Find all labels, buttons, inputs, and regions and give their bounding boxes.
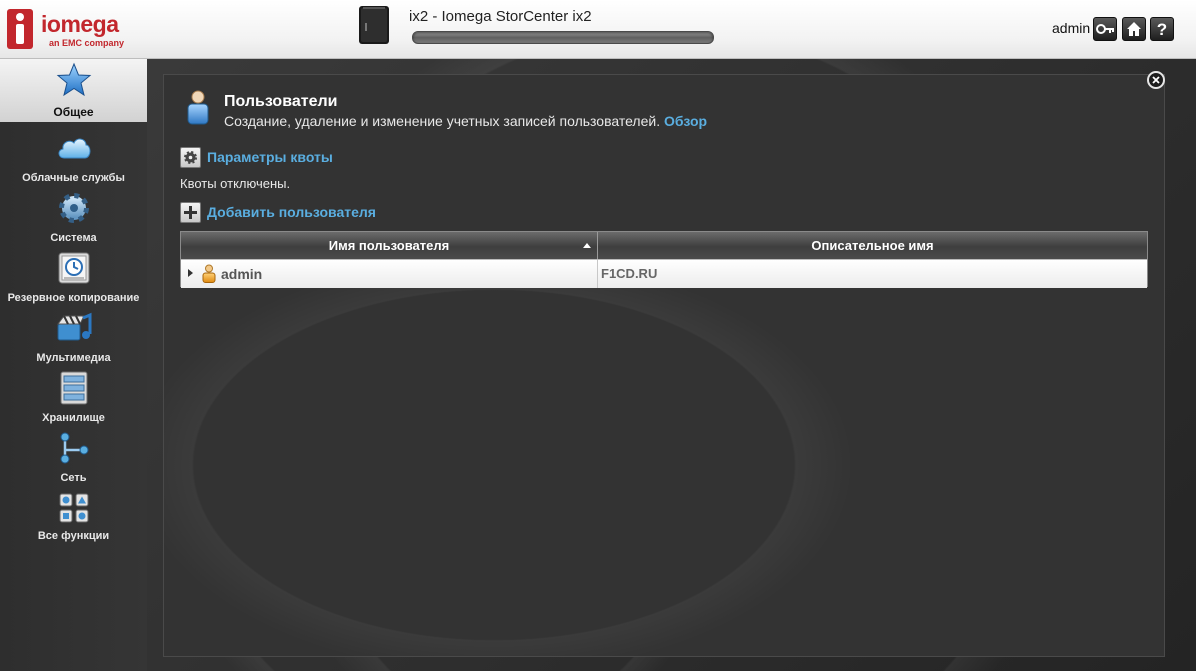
- user-icon: [202, 264, 216, 283]
- multimedia-icon: [57, 312, 92, 341]
- nas-device-icon: [359, 6, 389, 44]
- close-panel-button[interactable]: [1147, 71, 1165, 89]
- sidebar-item-general[interactable]: Общее: [0, 59, 147, 122]
- brand-name: iomega: [41, 11, 119, 37]
- sidebar-item-multimedia[interactable]: Мультимедиа: [0, 307, 147, 367]
- close-icon: [1152, 76, 1160, 84]
- username-cell: admin: [221, 266, 263, 282]
- sidebar-item-system[interactable]: Система: [0, 187, 147, 247]
- sidebar-item-label: Сеть: [60, 472, 87, 484]
- iomega-logo[interactable]: iomega an EMC company: [7, 9, 124, 49]
- logout-key-button[interactable]: [1093, 17, 1117, 41]
- home-button[interactable]: [1122, 17, 1146, 41]
- users-table: Имя пользователя Описательное имя admin …: [180, 231, 1148, 288]
- svg-text:?: ?: [1157, 21, 1167, 37]
- sidebar-item-cloud-services[interactable]: Облачные службы: [0, 127, 147, 187]
- help-button[interactable]: ?: [1150, 17, 1174, 41]
- quota-status-text: Квоты отключены.: [180, 176, 291, 191]
- cell-divider: [597, 260, 598, 288]
- gear-icon: [180, 147, 201, 168]
- page-title: Пользователи: [224, 93, 338, 110]
- sort-ascending-icon: [583, 243, 591, 248]
- overview-link[interactable]: Обзор: [664, 113, 707, 129]
- sidebar-item-all-features[interactable]: Все функции: [0, 487, 147, 547]
- table-row[interactable]: admin F1CD.RU: [181, 259, 1147, 288]
- sidebar-item-network[interactable]: Сеть: [0, 427, 147, 487]
- quota-settings-link[interactable]: Параметры квоты: [207, 149, 333, 165]
- page-description-text: Создание, удаление и изменение учетных з…: [224, 113, 661, 129]
- sidebar-item-backup[interactable]: Резервное копирование: [0, 247, 147, 307]
- key-icon: [1096, 24, 1114, 34]
- app-header: iomega an EMC company ix2 - Iomega StorC…: [0, 0, 1196, 59]
- capacity-progress-bar: [412, 31, 714, 44]
- all-features-grid-icon: [59, 493, 89, 523]
- home-icon: [1127, 22, 1141, 36]
- sidebar-item-label: Хранилище: [42, 412, 105, 424]
- gear-icon: [59, 193, 89, 223]
- current-user: admin: [1052, 20, 1091, 36]
- sidebar-item-label: Все функции: [37, 530, 110, 542]
- star-icon: [56, 62, 92, 97]
- page-description: Создание, удаление и изменение учетных з…: [224, 113, 707, 129]
- plus-icon: [180, 202, 201, 223]
- sidebar-item-label: Общее: [53, 105, 94, 119]
- column-header-label: Описательное имя: [811, 238, 934, 253]
- storage-server-icon: [60, 371, 88, 405]
- column-header-username[interactable]: Имя пользователя: [181, 232, 598, 259]
- iomega-logo-mark-icon: [7, 9, 33, 49]
- add-user-link[interactable]: Добавить пользователя: [207, 204, 376, 220]
- user-icon: [187, 90, 209, 125]
- cloud-icon: [58, 138, 91, 159]
- brand-subtitle: an EMC company: [49, 38, 125, 48]
- sidebar-item-label: Резервное копирование: [7, 292, 140, 304]
- question-mark-icon: ?: [1157, 21, 1167, 37]
- descriptive-name-cell: F1CD.RU: [601, 266, 658, 281]
- device-title: ix2 - Iomega StorCenter ix2: [409, 8, 592, 25]
- sidebar-item-storage[interactable]: Хранилище: [0, 367, 147, 427]
- network-icon: [60, 432, 89, 464]
- column-header-label: Имя пользователя: [328, 238, 450, 253]
- backup-clock-icon: [58, 252, 90, 284]
- sidebar-item-label: Система: [50, 232, 97, 244]
- expand-arrow-icon[interactable]: [188, 269, 193, 277]
- column-header-descriptive-name[interactable]: Описательное имя: [598, 232, 1147, 259]
- sidebar: Общее Облачные службы Система Резервное …: [0, 59, 147, 671]
- sidebar-item-label: Мультимедиа: [36, 352, 111, 364]
- sidebar-item-label: Облачные службы: [22, 172, 125, 184]
